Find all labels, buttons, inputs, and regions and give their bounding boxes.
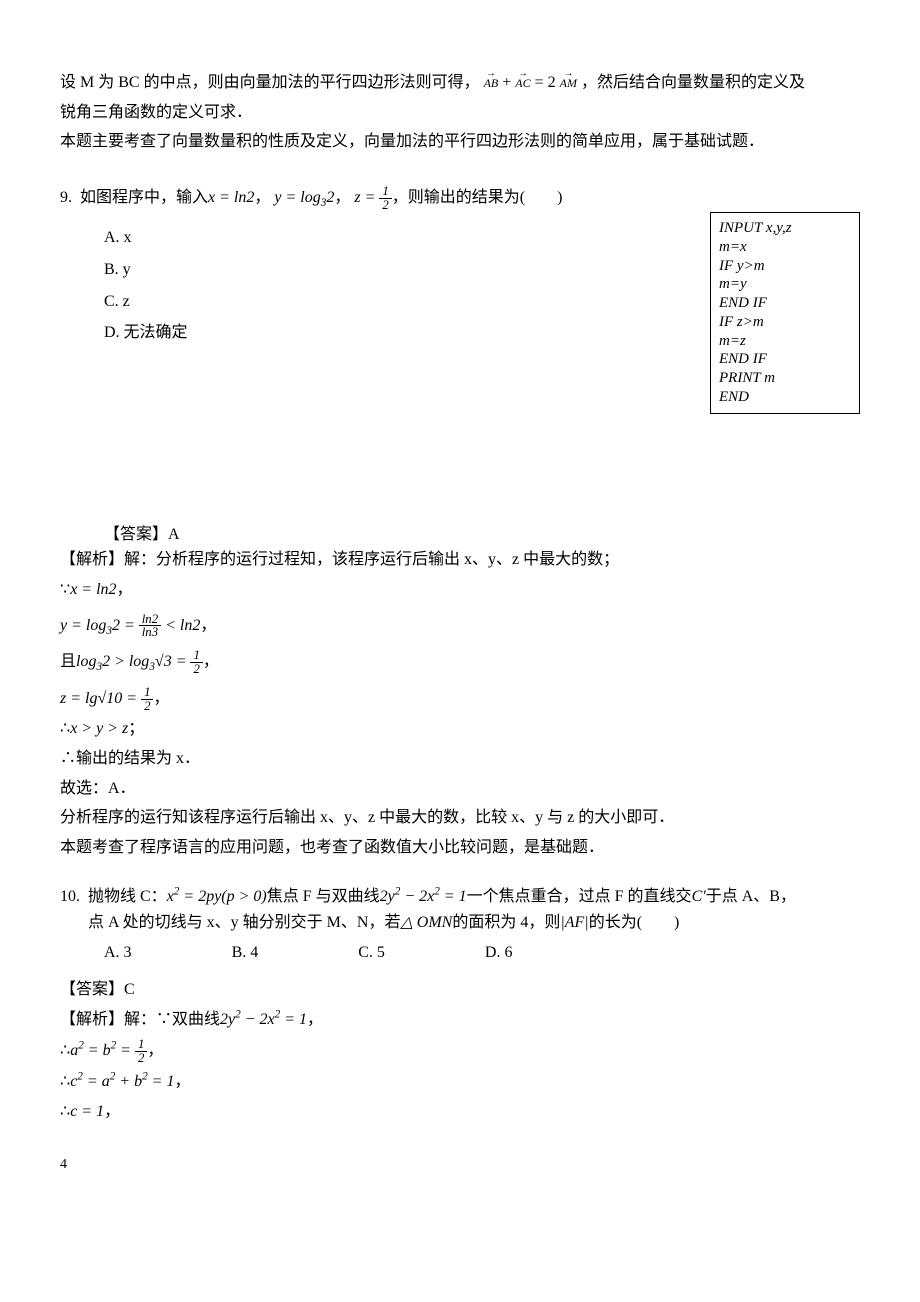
code-line: PRINT m — [719, 369, 849, 388]
q10-number: 10. — [60, 884, 80, 910]
q10-answer: 【答案】C — [60, 977, 860, 1003]
answer-value: A — [168, 526, 180, 543]
q9-sol-line: 【解析】解：分析程序的运行过程知，该程序运行后输出 x、y、z 中最大的数； — [60, 547, 860, 573]
q9-sol-line: y = log32 = ln2ln3 < ln2， — [60, 613, 860, 640]
q10-prompt-d: 于点 A、B， — [706, 888, 796, 905]
intro-line-3: 本题主要考查了向量数量积的性质及定义，向量加法的平行四边形法则的简单应用，属于基… — [60, 129, 860, 155]
equals-two: = 2 — [535, 74, 556, 91]
answer-label: 【答案】 — [104, 526, 168, 543]
code-line: m=x — [719, 238, 849, 257]
q9-prompt-a: 如图程序中，输入 — [80, 189, 208, 206]
q10-sol-line: ∴c2 = a2 + b2 = 1， — [60, 1069, 860, 1095]
q9-sol-line: 本题考查了程序语言的应用问题，也考查了函数值大小比较问题，是基础题． — [60, 835, 860, 861]
q10-option-b: B. 4 — [232, 940, 259, 966]
vector-ab: →AB — [484, 74, 499, 93]
q9-expr-y: y = log32 — [274, 189, 334, 206]
q10-options: A. 3 B. 4 C. 5 D. 6 — [104, 940, 860, 966]
q9-sol-line: ∴x > y > z； — [60, 716, 860, 742]
q10-line2b: 的面积为 4，则 — [452, 914, 560, 931]
intro-line-2: 锐角三角函数的定义可求． — [60, 100, 860, 126]
q10-expr3: C′ — [692, 888, 706, 905]
plus-sign: + — [502, 74, 511, 91]
q9-sol-line: ∴输出的结果为 x． — [60, 746, 860, 772]
q9-sol-line: z = lg√10 = 12， — [60, 686, 860, 713]
q10-sol-line: ∴a2 = b2 = 12， — [60, 1038, 860, 1065]
question-9: 9. 如图程序中，输入x = ln2， y = log32， z = 12，则输… — [60, 185, 860, 212]
q10-expr2: 2y2 − 2x2 = 1 — [380, 888, 467, 905]
q10-line2c: 的长为( ) — [589, 914, 680, 931]
code-line: m=y — [719, 275, 849, 294]
page-number: 4 — [60, 1154, 860, 1176]
code-line: IF y>m — [719, 257, 849, 276]
code-line: m=z — [719, 332, 849, 351]
q10-prompt-b: 焦点 F 与双曲线 — [267, 888, 380, 905]
q10-line2a: 点 A 处的切线与 x、y 轴分别交于 M、N，若 — [88, 914, 400, 931]
q9-expr-x: x = ln2 — [208, 189, 254, 206]
q10-expr5: |AF| — [560, 914, 588, 931]
q9-sol-line: 分析程序的运行知该程序运行后输出 x、y、z 中最大的数，比较 x、y 与 z … — [60, 805, 860, 831]
code-line: END IF — [719, 350, 849, 369]
q9-prompt-b: ，则输出的结果为( ) — [392, 189, 563, 206]
q10-sol-line: ∴c = 1， — [60, 1099, 860, 1125]
vector-ac: →AC — [515, 74, 530, 93]
code-line: IF z>m — [719, 313, 849, 332]
q10-prompt-a: 抛物线 C： — [88, 888, 167, 905]
intro-text-b: ，然后结合向量数量积的定义及 — [581, 74, 805, 91]
q9-number: 9. — [60, 185, 72, 211]
q10-expr1: x2 = 2py(p > 0) — [167, 888, 267, 905]
q9-expr-z: z = 12 — [354, 189, 391, 206]
vector-am: →AM — [560, 74, 577, 93]
q10-option-d: D. 6 — [485, 940, 513, 966]
q9-sol-line: 故选：A． — [60, 776, 860, 802]
q10-sol-line: 【解析】解：∵双曲线2y2 − 2x2 = 1， — [60, 1007, 860, 1033]
code-line: END IF — [719, 294, 849, 313]
q10-option-c: C. 5 — [358, 940, 385, 966]
q10-option-a: A. 3 — [104, 940, 132, 966]
q10-prompt-c: 一个焦点重合，过点 F 的直线交 — [467, 888, 692, 905]
question-10: 10. 抛物线 C：x2 = 2py(p > 0)焦点 F 与双曲线2y2 − … — [60, 884, 860, 935]
pseudocode-box: INPUT x,y,z m=x IF y>m m=y END IF IF z>m… — [710, 212, 860, 414]
intro-line-1: 设 M 为 BC 的中点，则由向量加法的平行四边形法则可得， →AB + →AC… — [60, 70, 860, 96]
q10-expr4: △ OMN — [400, 914, 452, 931]
q9-answer: 【答案】A — [104, 522, 860, 548]
code-line: INPUT x,y,z — [719, 219, 849, 238]
q9-sol-line: 且log32 > log3√3 = 12， — [60, 649, 860, 676]
code-line: END — [719, 388, 849, 407]
q9-sol-line: ∵x = ln2， — [60, 577, 860, 603]
intro-text-a: 设 M 为 BC 的中点，则由向量加法的平行四边形法则可得， — [60, 74, 480, 91]
